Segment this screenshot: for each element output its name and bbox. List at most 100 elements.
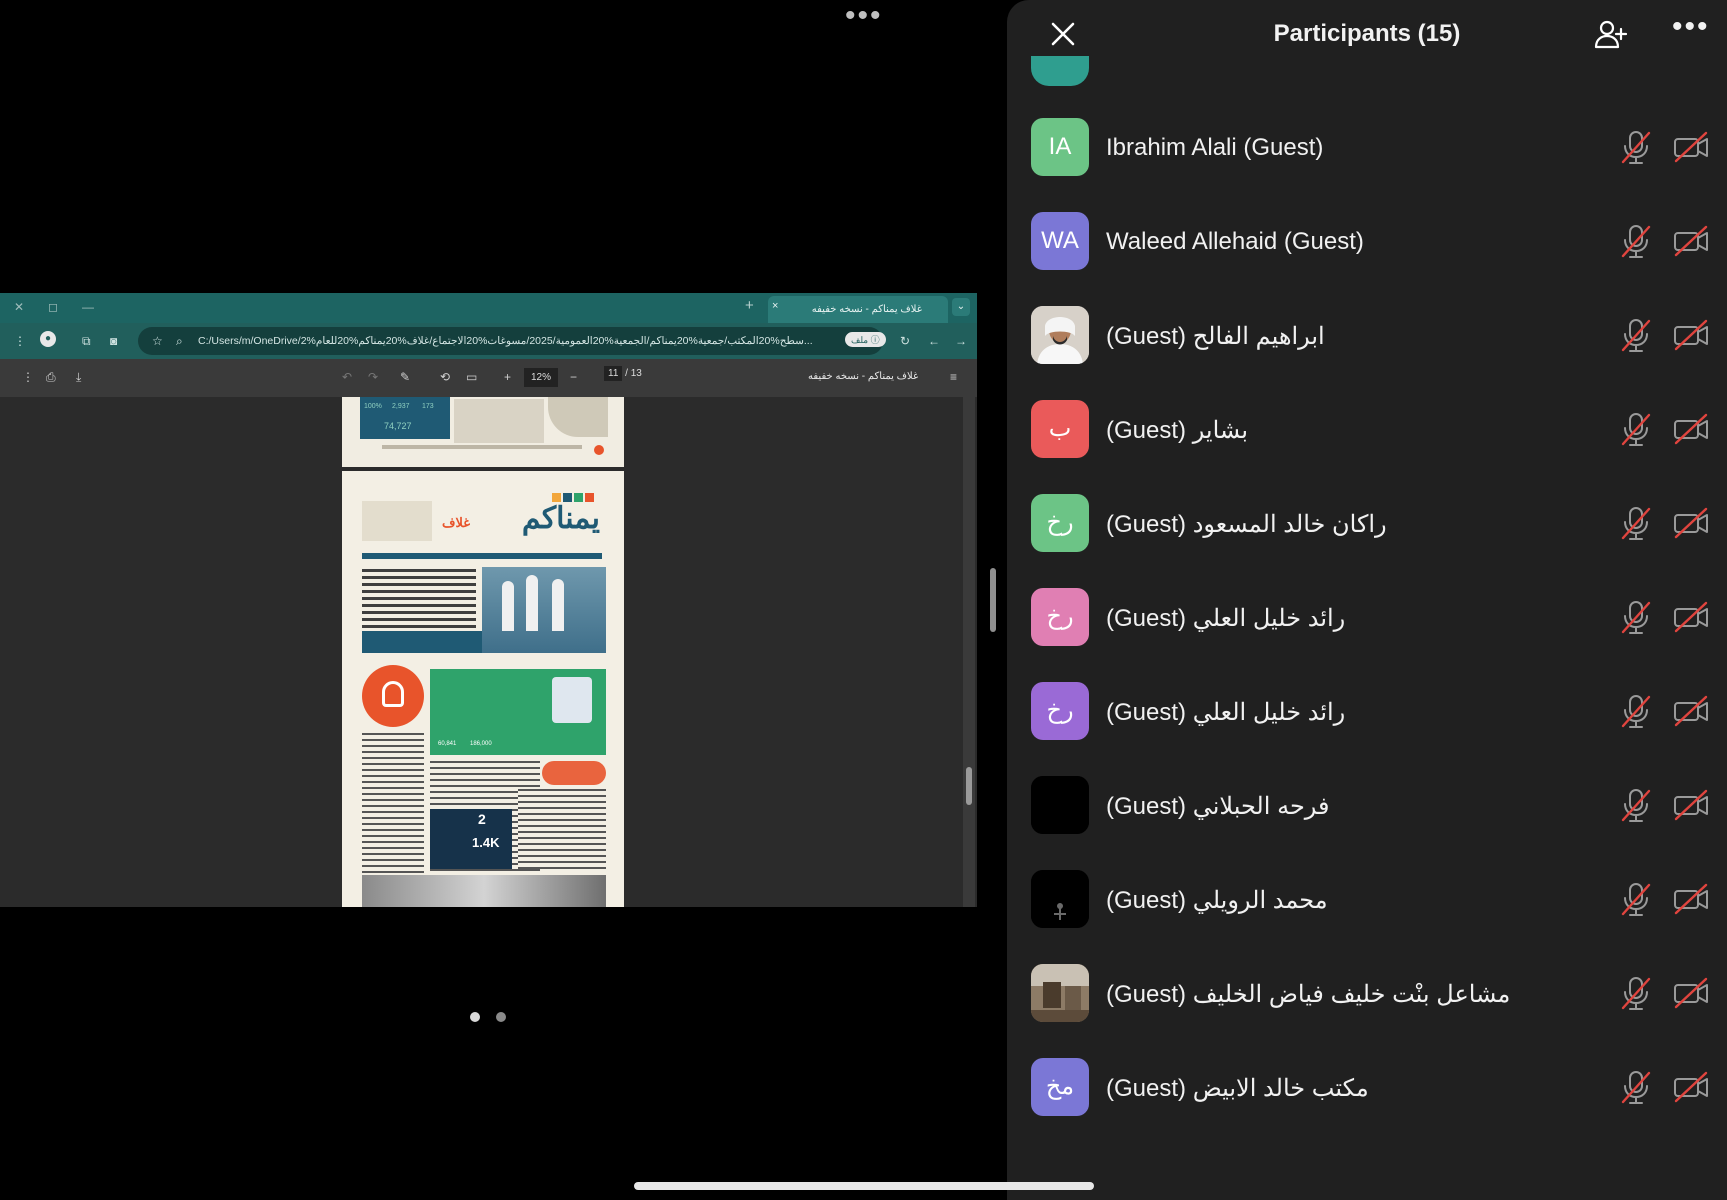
participant-name: ابراهيم الفالح (Guest) [1106, 323, 1325, 350]
site-info-label: ملف [851, 335, 869, 345]
pdf-scrollbar-thumb[interactable] [966, 767, 972, 805]
new-tab-button[interactable]: + [745, 297, 754, 314]
camera-icon[interactable]: ◙ [110, 334, 117, 348]
undo-icon[interactable]: ↶ [342, 370, 352, 384]
hamburger-menu-icon[interactable]: ≡ [950, 370, 957, 384]
camera-off-icon[interactable] [1673, 131, 1709, 163]
participant-name: فرحه الحبلاني (Guest) [1106, 793, 1330, 820]
zoom-level[interactable]: 12% [524, 368, 558, 387]
page-current-input[interactable]: 11 [604, 366, 623, 381]
mic-muted-icon[interactable] [1619, 1069, 1653, 1105]
participant-row[interactable]: ب بشاير (Guest) [1007, 382, 1727, 476]
shared-screen-stage: ••• ✕ ◻ — + غلاف يمناكم - نسخه خفيفه × ⌄… [0, 0, 977, 1200]
find-icon[interactable]: ⌕ [176, 327, 183, 355]
page-dot-active[interactable] [470, 1012, 480, 1022]
fit-page-icon[interactable]: ▭ [466, 370, 477, 384]
reload-icon[interactable]: ↻ [900, 334, 910, 348]
browser-tab[interactable]: غلاف يمناكم - نسخه خفيفه [768, 296, 948, 323]
camera-off-icon[interactable] [1673, 977, 1709, 1009]
browser-menu-icon[interactable]: ⋮ [14, 334, 26, 348]
home-indicator[interactable] [634, 1182, 1094, 1190]
participant-name: مشاعل بنْت خليف فياض الخليف (Guest) [1106, 981, 1511, 1008]
mic-muted-icon[interactable] [1619, 317, 1653, 353]
camera-off-icon[interactable] [1673, 413, 1709, 445]
participant-name: رائد خليل العلي (Guest) [1106, 699, 1346, 726]
participant-row[interactable]: ابراهيم الفالح (Guest) [1007, 288, 1727, 382]
mic-muted-icon[interactable] [1619, 599, 1653, 635]
pdf-scrollbar[interactable] [963, 397, 975, 907]
participant-row[interactable]: رخ رائد خليل العلي (Guest) [1007, 664, 1727, 758]
avatar: ب [1031, 400, 1089, 458]
page-dot[interactable] [496, 1012, 506, 1022]
participant-row[interactable]: محمد الرويلي (Guest) [1007, 852, 1727, 946]
participant-name: راكان خالد المسعود (Guest) [1106, 511, 1387, 538]
tab-close-icon[interactable]: × [772, 300, 778, 312]
participant-row[interactable]: رخ راكان خالد المسعود (Guest) [1007, 476, 1727, 570]
stage-more-button[interactable]: ••• [845, 1, 883, 31]
pdf-page-previous: 100% 2,937 173 74,727 [342, 397, 624, 467]
participant-row[interactable]: WA Waleed Allehaid (Guest) [1007, 194, 1727, 288]
page-indicator: 11 / 13 [604, 366, 642, 381]
panel-more-icon[interactable]: ••• [1672, 10, 1710, 44]
avatar: رخ [1031, 588, 1089, 646]
draw-icon[interactable]: ✎ [400, 370, 410, 384]
participant-row[interactable]: فرحه الحبلاني (Guest) [1007, 758, 1727, 852]
participant-name: محمد الرويلي (Guest) [1106, 887, 1328, 914]
avatar [1031, 306, 1089, 364]
rotate-icon[interactable]: ⟲ [440, 370, 450, 384]
mic-muted-icon[interactable] [1619, 975, 1653, 1011]
print-icon[interactable]: ⎙ [46, 370, 56, 385]
camera-off-icon[interactable] [1673, 225, 1709, 257]
window-minimize-icon[interactable]: — [82, 300, 94, 314]
participant-row[interactable]: مخ مكتب خالد الابيض (Guest) [1007, 1040, 1727, 1134]
pdf-viewport[interactable]: 100% 2,937 173 74,727 يمناكم غلاف 60,841… [0, 397, 977, 907]
camera-off-icon[interactable] [1673, 883, 1709, 915]
camera-off-icon[interactable] [1673, 1071, 1709, 1103]
participants-panel: Participants (15) ••• IA Ibrahim Alali (G… [1007, 0, 1727, 1200]
newsletter-masthead-sub: غلاف [442, 515, 471, 530]
mic-muted-icon[interactable] [1619, 787, 1653, 823]
avatar [1031, 56, 1089, 86]
split-resize-handle[interactable] [990, 568, 996, 632]
address-bar[interactable]: ☆ ⌕ C:/Users/m/OneDrive/سطح%20المكتب/جمع… [138, 327, 883, 355]
pdf-doc-title: غلاف يمناكم - نسخه خفيفه [808, 371, 919, 382]
avatar: WA [1031, 212, 1089, 270]
bookmark-star-icon[interactable]: ☆ [152, 327, 163, 355]
back-arrow-icon[interactable]: ← [928, 334, 940, 348]
avatar: رخ [1031, 494, 1089, 552]
avatar: رخ [1031, 682, 1089, 740]
avatar [1031, 776, 1089, 834]
camera-off-icon[interactable] [1673, 507, 1709, 539]
forward-arrow-icon[interactable]: → [955, 334, 967, 348]
participant-row[interactable]: IA Ibrahim Alali (Guest) [1007, 100, 1727, 194]
window-restore-icon[interactable]: ◻ [48, 300, 58, 314]
participant-row[interactable]: رخ رائد خليل العلي (Guest) [1007, 570, 1727, 664]
redo-icon[interactable]: ↷ [368, 370, 378, 384]
profile-avatar-icon[interactable]: ● [40, 331, 56, 347]
camera-off-icon[interactable] [1673, 789, 1709, 821]
zoom-in-icon[interactable]: + [504, 370, 511, 384]
mic-muted-icon[interactable] [1619, 129, 1653, 165]
camera-off-icon[interactable] [1673, 319, 1709, 351]
mic-muted-icon[interactable] [1619, 505, 1653, 541]
screen: ••• ✕ ◻ — + غلاف يمناكم - نسخه خفيفه × ⌄… [0, 0, 1727, 1200]
tab-search-chevron-icon[interactable]: ⌄ [952, 298, 970, 316]
stat-label: 186,000 [470, 741, 492, 747]
participant-row[interactable]: مشاعل بنْت خليف فياض الخليف (Guest) [1007, 946, 1727, 1040]
extensions-icon[interactable]: ⧉ [82, 334, 91, 349]
window-close-icon[interactable]: ✕ [14, 300, 24, 314]
mic-muted-icon[interactable] [1619, 881, 1653, 917]
mic-muted-icon[interactable] [1619, 411, 1653, 447]
pdf-toolbar: ⋮ ⎙ ⤓ ↶ ↷ ✎ ⟲ ▭ + 12% − 11 / 13 غلاف يمن… [0, 359, 977, 397]
shared-screen-content[interactable]: ✕ ◻ — + غلاف يمناكم - نسخه خفيفه × ⌄ ⋮ ●… [0, 293, 977, 907]
site-info-chip[interactable]: ملف ⓘ [845, 332, 886, 347]
zoom-out-icon[interactable]: − [570, 370, 577, 384]
pdf-page-current: يمناكم غلاف 60,841 186,000 2 1.4K [342, 471, 624, 907]
add-participant-icon[interactable] [1592, 17, 1628, 53]
camera-off-icon[interactable] [1673, 695, 1709, 727]
mic-muted-icon[interactable] [1619, 223, 1653, 259]
download-icon[interactable]: ⤓ [76, 370, 81, 385]
mic-muted-icon[interactable] [1619, 693, 1653, 729]
pdf-more-icon[interactable]: ⋮ [22, 370, 34, 384]
camera-off-icon[interactable] [1673, 601, 1709, 633]
